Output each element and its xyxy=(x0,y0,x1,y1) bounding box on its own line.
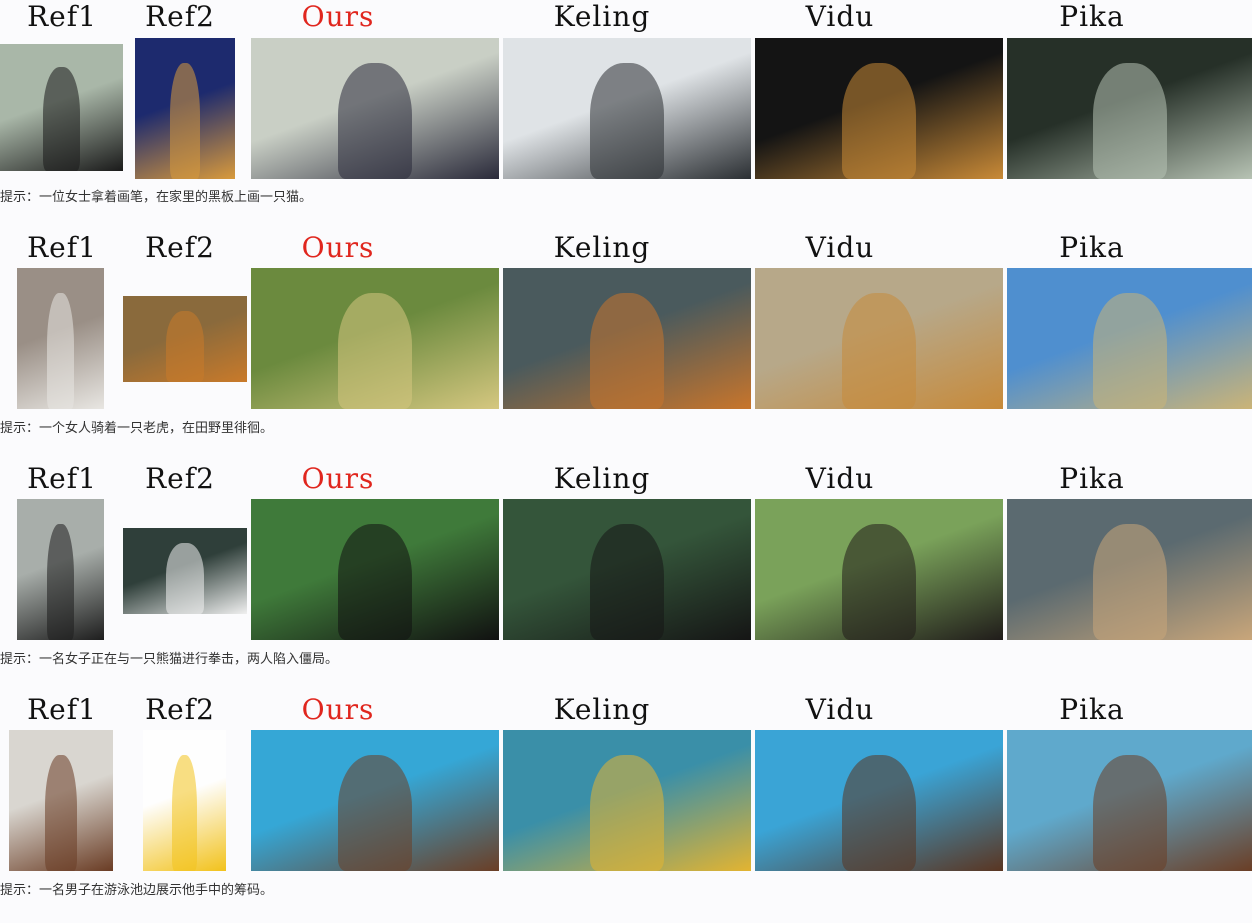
ours-woman-boxing-panda-image xyxy=(251,499,499,640)
pika-chalkboard-cat-drawing-image xyxy=(1007,38,1252,179)
subject-shape xyxy=(589,293,665,409)
ours-man-pool-chips-image xyxy=(251,730,499,871)
subject-shape xyxy=(589,755,665,871)
subject-shape xyxy=(841,63,917,179)
pika-woman-boxing-panda-image xyxy=(1007,499,1252,640)
keling-woman-riding-tiger-image xyxy=(503,268,751,409)
column-header-pika: Pika xyxy=(1059,0,1125,33)
pika-man-pool-chips-image xyxy=(1007,730,1252,871)
comparison-row: Ref1 Ref2 Ours Keling Vidu Pika 提示：一个女人骑着一只老虎，… xyxy=(0,231,1252,461)
pika-woman-riding-tiger-image xyxy=(1007,268,1252,409)
subject-shape xyxy=(1093,755,1167,871)
ref1-young-woman-image xyxy=(17,268,104,409)
subject-shape xyxy=(841,524,917,640)
subject-shape xyxy=(47,293,74,409)
keling-woman-chalkboard-image xyxy=(503,38,751,179)
column-header-pika: Pika xyxy=(1059,462,1125,495)
subject-shape xyxy=(337,524,413,640)
subject-shape xyxy=(47,524,74,640)
subject-shape xyxy=(166,311,204,382)
column-header-ref2: Ref2 xyxy=(145,462,215,495)
ref2-lays-chips-bag-image xyxy=(143,730,226,871)
column-header-vidu: Vidu xyxy=(805,0,875,33)
ref2-tiger-image xyxy=(123,296,247,382)
column-header-vidu: Vidu xyxy=(805,231,875,264)
subject-shape xyxy=(1093,293,1167,409)
subject-shape xyxy=(337,63,413,179)
comparison-row: Ref1 Ref2 Ours Keling Vidu Pika 提示：一名男子在游泳池边展示… xyxy=(0,693,1252,923)
comparison-row: Ref1 Ref2 Ours Keling Vidu Pika 提示：一名女子正在与一只熊猫… xyxy=(0,462,1252,692)
prompt-caption: 提示：一个女人骑着一只老虎，在田野里徘徊。 xyxy=(0,421,274,436)
ref2-persian-cat-image xyxy=(135,38,235,179)
subject-shape xyxy=(1093,63,1167,179)
ref1-woman-portrait-image xyxy=(0,44,123,171)
ours-woman-painting-cat-image xyxy=(251,38,499,179)
column-header-pika: Pika xyxy=(1059,231,1125,264)
column-header-ours: Ours xyxy=(301,231,375,264)
vidu-woman-riding-tiger-image xyxy=(755,268,1003,409)
column-header-ref2: Ref2 xyxy=(145,231,215,264)
subject-shape xyxy=(841,755,917,871)
vidu-woman-boxing-panda-image xyxy=(755,499,1003,640)
subject-shape xyxy=(337,755,413,871)
keling-woman-boxing-panda-image xyxy=(503,499,751,640)
column-header-ref2: Ref2 xyxy=(145,0,215,33)
vidu-woman-painting-cat-image xyxy=(755,38,1003,179)
column-header-ours: Ours xyxy=(301,693,375,726)
subject-shape xyxy=(170,63,200,179)
ref2-panda-image xyxy=(123,528,247,614)
subject-shape xyxy=(589,63,665,179)
subject-shape xyxy=(1093,524,1167,640)
prompt-caption: 提示：一名男子在游泳池边展示他手中的筹码。 xyxy=(0,883,274,898)
column-header-keling: Keling xyxy=(553,693,651,726)
column-header-keling: Keling xyxy=(553,462,651,495)
keling-man-pool-chips-image xyxy=(503,730,751,871)
ours-woman-riding-tiger-image xyxy=(251,268,499,409)
column-header-vidu: Vidu xyxy=(805,693,875,726)
subject-shape xyxy=(841,293,917,409)
ref1-athletic-woman-image xyxy=(17,499,104,640)
column-header-keling: Keling xyxy=(553,0,651,33)
subject-shape xyxy=(45,755,77,871)
column-header-pika: Pika xyxy=(1059,693,1125,726)
subject-shape xyxy=(337,293,413,409)
subject-shape xyxy=(589,524,665,640)
subject-shape xyxy=(166,543,204,614)
subject-shape xyxy=(43,66,80,171)
column-header-ours: Ours xyxy=(301,0,375,33)
column-header-keling: Keling xyxy=(553,231,651,264)
subject-shape xyxy=(172,755,197,871)
column-header-ref2: Ref2 xyxy=(145,693,215,726)
column-header-vidu: Vidu xyxy=(805,462,875,495)
column-header-ours: Ours xyxy=(301,462,375,495)
prompt-caption: 提示：一名女子正在与一只熊猫进行拳击，两人陷入僵局。 xyxy=(0,652,339,667)
prompt-caption: 提示：一位女士拿着画笔，在家里的黑板上画一只猫。 xyxy=(0,190,313,205)
vidu-man-pool-chips-image xyxy=(755,730,1003,871)
comparison-row: Ref1 Ref2 Ours Keling Vidu Pika 提示：一位女士拿着画笔，在家… xyxy=(0,0,1252,230)
ref1-man-portrait-image xyxy=(9,730,113,871)
